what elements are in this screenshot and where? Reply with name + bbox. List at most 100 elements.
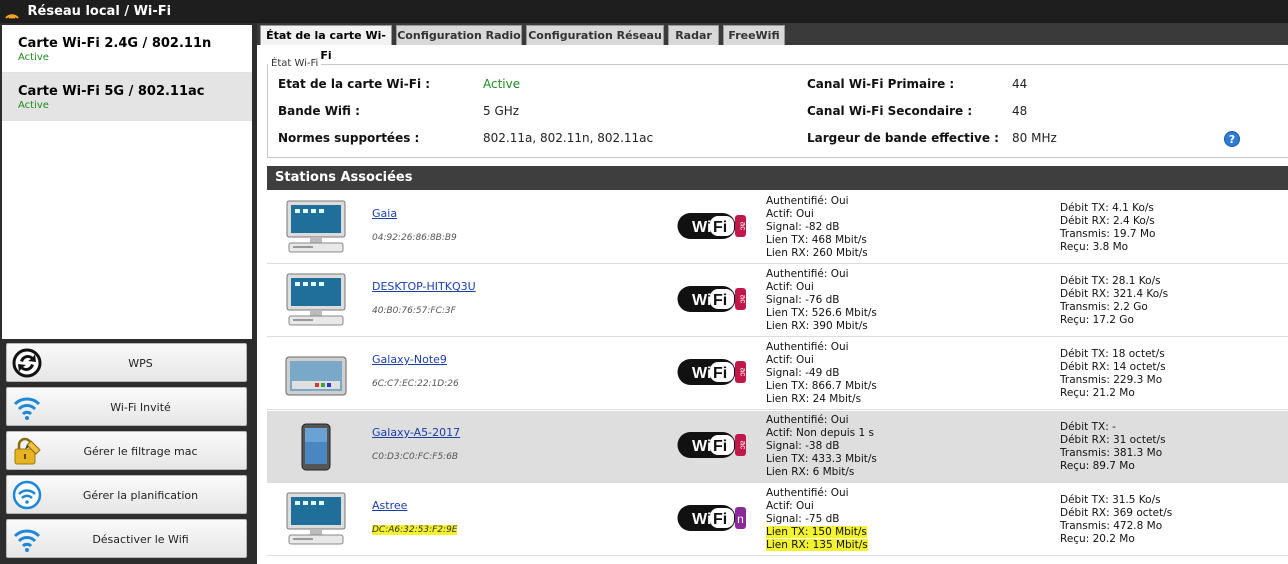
lien-tx-text: Lien TX: 526.6 Mbit/s <box>766 307 877 319</box>
lien-tx-text: Lien TX: 150 Mbit/s <box>766 526 867 538</box>
station-name-link[interactable]: Gaia <box>372 207 397 220</box>
tab-bar: État de la carte Wi-Fi Configuration Rad… <box>257 23 1288 62</box>
largeur-label: Largeur de bande effective : <box>807 131 999 145</box>
mac-filter-button[interactable]: Gérer le filtrage mac <box>6 431 247 470</box>
auth-text: Authentifié: Oui <box>766 268 849 280</box>
wps-button[interactable]: WPS <box>6 343 247 382</box>
planning-label: Gérer la planification <box>82 489 199 502</box>
station-mac: 6C:C7:EC:22:1D:26 <box>372 379 459 389</box>
debit-rx-text: Débit RX: 14 octet/s <box>1060 361 1166 373</box>
guest-wifi-button[interactable]: Wi-Fi Invité <box>6 387 247 426</box>
station-mac: C0:D3:C0:FC:F5:6B <box>372 452 459 462</box>
wifi-clock-icon <box>12 480 42 510</box>
wifi-ac-logo-icon: Wi Fi ac <box>677 357 748 387</box>
debit-tx-text: Débit TX: 28.1 Ko/s <box>1060 275 1161 287</box>
left-panel: Carte Wi-Fi 2.4G / 802.11n Active Carte … <box>0 23 257 564</box>
canal-primaire-value: 44 <box>1012 77 1028 91</box>
svg-text:ac: ac <box>739 441 748 449</box>
station-row[interactable]: Gaia 04:92:26:86:8B:B9 Wi Fi ac Authentifié: … <box>267 192 1288 264</box>
svg-text:Wi: Wi <box>692 365 711 382</box>
etat-label: Etat de la carte Wi-Fi : <box>278 77 431 91</box>
actif-text: Actif: Non depuis 1 s <box>766 427 874 439</box>
wifi-ac-logo-icon: Wi Fi ac <box>677 430 748 460</box>
station-name-link[interactable]: Astree <box>372 499 407 512</box>
help-icon[interactable]: ? <box>1224 131 1240 147</box>
station-traffic-info: Débit TX: - Débit RX: 31 octet/s Transmis:… <box>1060 421 1166 473</box>
debit-rx-text: Débit RX: 369 octet/s <box>1060 507 1173 519</box>
transmis-text: Transmis: 2.2 Go <box>1060 301 1148 313</box>
disable-wifi-label: Désactiver le Wifi <box>92 533 189 546</box>
lien-tx-text: Lien TX: 433.3 Mbit/s <box>766 453 877 465</box>
transmis-text: Transmis: 229.3 Mo <box>1060 374 1163 386</box>
disable-wifi-button[interactable]: Désactiver le Wifi <box>6 519 247 558</box>
transmis-text: Transmis: 472.8 Mo <box>1060 520 1163 532</box>
station-link-info: Authentifié: Oui Actif: Oui Signal: -82 dB… <box>766 195 868 260</box>
canal-primaire-label: Canal Wi-Fi Primaire : <box>807 77 955 91</box>
transmis-text: Transmis: 381.3 Mo <box>1060 447 1163 459</box>
largeur-value: 80 MHz <box>1012 131 1057 145</box>
stations-header: Stations Associées <box>267 166 1288 190</box>
recu-text: Reçu: 89.7 Mo <box>1060 460 1135 472</box>
station-name-link[interactable]: Galaxy-Note9 <box>372 353 447 366</box>
svg-text:n: n <box>737 512 744 526</box>
svg-text:Wi: Wi <box>692 438 711 455</box>
card-status: Active <box>18 52 49 63</box>
station-link-info: Authentifié: Oui Actif: Oui Signal: -49 dB… <box>766 341 877 406</box>
signal-text: Signal: -75 dB <box>766 513 840 525</box>
tab-config-radio[interactable]: Configuration Radio <box>396 25 522 45</box>
lien-rx-text: Lien RX: 390 Mbit/s <box>766 320 868 332</box>
lien-tx-text: Lien TX: 468 Mbit/s <box>766 234 867 246</box>
card-item-2g[interactable]: Carte Wi-Fi 2.4G / 802.11n Active <box>2 25 252 73</box>
tab-freewifi[interactable]: FreeWifi <box>723 25 785 45</box>
transmis-text: Transmis: 19.7 Mo <box>1060 228 1156 240</box>
wps-label: WPS <box>128 357 153 370</box>
station-row[interactable]: Astree DC:A6:32:53:F2:9E Wi Fi n Authentifié:… <box>267 484 1288 556</box>
freebox-logo-icon <box>5 13 19 19</box>
svg-text:Wi: Wi <box>692 219 711 236</box>
bande-value: 5 GHz <box>483 104 520 118</box>
main-panel: État de la carte Wi-Fi Configuration Rad… <box>257 23 1288 564</box>
planning-button[interactable]: Gérer la planification <box>6 475 247 514</box>
tab-config-reseau[interactable]: Configuration Réseau <box>526 25 664 45</box>
lien-rx-text: Lien RX: 260 Mbit/s <box>766 247 868 259</box>
normes-value: 802.11a, 802.11n, 802.11ac <box>483 131 654 145</box>
recu-text: Reçu: 21.2 Mo <box>1060 387 1135 399</box>
wifi-card-list: Carte Wi-Fi 2.4G / 802.11n Active Carte … <box>2 25 252 339</box>
station-name-link[interactable]: DESKTOP-HITKQ3U <box>372 280 476 293</box>
station-row[interactable]: Galaxy-Note9 6C:C7:EC:22:1D:26 Wi Fi ac Authe… <box>267 338 1288 410</box>
card-name: Carte Wi-Fi 2.4G / 802.11n <box>18 36 212 51</box>
station-name-link[interactable]: Galaxy-A5-2017 <box>372 426 460 439</box>
svg-text:Fi: Fi <box>713 438 727 455</box>
station-traffic-info: Débit TX: 31.5 Ko/s Débit RX: 369 octet/s… <box>1060 494 1172 546</box>
bande-label: Bande Wifi : <box>278 104 360 118</box>
guest-wifi-label: Wi-Fi Invité <box>110 401 171 414</box>
svg-text:ac: ac <box>739 368 748 376</box>
signal-text: Signal: -82 dB <box>766 221 840 233</box>
auth-text: Authentifié: Oui <box>766 414 849 426</box>
svg-text:ac: ac <box>739 295 748 303</box>
station-mac: 40:B0:76:57:FC:3F <box>372 306 456 316</box>
desktop-computer-icon <box>285 272 347 330</box>
lien-rx-text: Lien RX: 24 Mbit/s <box>766 393 862 405</box>
auth-text: Authentifié: Oui <box>766 341 849 353</box>
svg-text:Wi: Wi <box>692 511 711 528</box>
debit-tx-text: Débit TX: 31.5 Ko/s <box>1060 494 1161 506</box>
auth-text: Authentifié: Oui <box>766 195 849 207</box>
tablet-icon <box>285 345 347 403</box>
wifi-icon <box>13 397 41 420</box>
debit-rx-text: Débit RX: 321.4 Ko/s <box>1060 288 1169 300</box>
actif-text: Actif: Oui <box>766 208 814 220</box>
tab-etat[interactable]: État de la carte Wi-Fi <box>260 25 392 62</box>
debit-tx-text: Débit TX: 4.1 Ko/s <box>1060 202 1154 214</box>
tab-radar[interactable]: Radar <box>668 25 719 45</box>
wifi-icon <box>13 529 41 552</box>
wifi-n-logo-icon: Wi Fi n <box>677 503 747 533</box>
card-item-5g[interactable]: Carte Wi-Fi 5G / 802.11ac Active <box>2 73 252 121</box>
station-row[interactable]: DESKTOP-HITKQ3U 40:B0:76:57:FC:3F Wi Fi ac Au… <box>267 265 1288 337</box>
recu-text: Reçu: 3.8 Mo <box>1060 241 1129 253</box>
debit-rx-text: Débit RX: 2.4 Ko/s <box>1060 215 1155 227</box>
station-row[interactable]: Galaxy-A5-2017 C0:D3:C0:FC:F5:6B Wi Fi ac Aut… <box>267 411 1288 483</box>
etat-wifi-legend: État Wi-Fi <box>268 58 322 69</box>
station-mac: 04:92:26:86:8B:B9 <box>372 233 457 243</box>
svg-text:Fi: Fi <box>713 511 727 528</box>
